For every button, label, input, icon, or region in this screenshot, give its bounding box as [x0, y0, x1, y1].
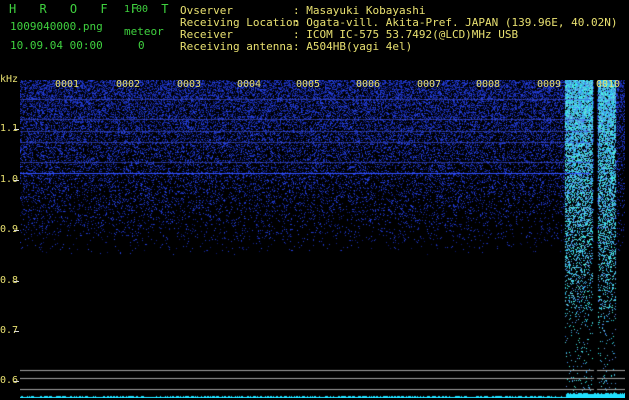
minute-label: 0004 — [237, 79, 262, 90]
app-version: 1.00 — [124, 4, 149, 15]
axis-unit-label: kHz — [0, 74, 19, 85]
minute-label: 0010 — [596, 79, 621, 90]
spectrogram-canvas — [20, 80, 625, 398]
y-tick-mark — [14, 381, 19, 382]
minute-label: 0009 — [537, 79, 562, 90]
minute-label: 0001 — [55, 79, 80, 90]
meteor-label: meteor — [124, 25, 164, 38]
y-tick-mark — [14, 129, 19, 130]
minute-label: 0006 — [356, 79, 381, 90]
image-filename: 1009040000.png — [10, 20, 103, 33]
minute-label: 0005 — [296, 79, 321, 90]
y-tick-mark — [14, 331, 19, 332]
minute-label: 0002 — [116, 79, 141, 90]
meteor-count: 0 — [138, 39, 145, 52]
minute-label: 0007 — [417, 79, 442, 90]
minute-label: 0003 — [177, 79, 202, 90]
image-datetime: 10.09.04 00:00 — [10, 39, 103, 52]
y-tick-mark — [14, 281, 19, 282]
app-title: H R O F F T — [9, 2, 177, 16]
info-label-antenna: Receiving antenna — [180, 40, 293, 53]
minute-label: 0008 — [476, 79, 501, 90]
y-tick-mark — [14, 180, 19, 181]
y-tick-mark — [14, 230, 19, 231]
info-value-antenna: : A504HB(yagi 4el) — [293, 40, 413, 53]
